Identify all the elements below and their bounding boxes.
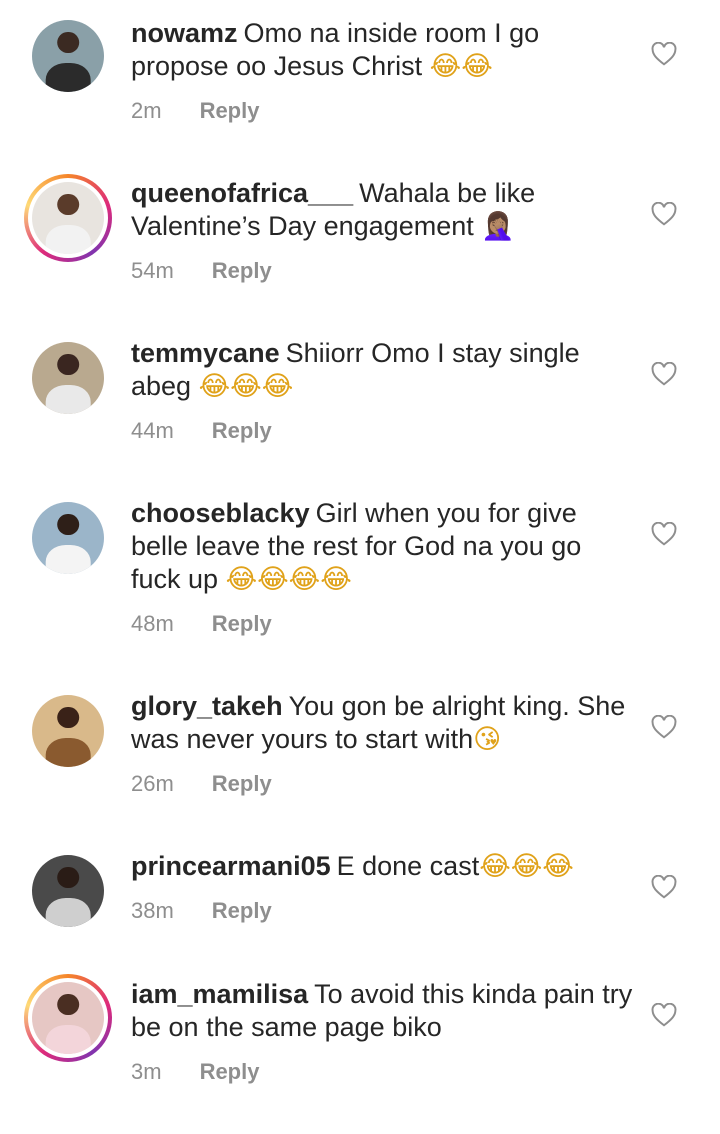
like-heart-icon[interactable] bbox=[651, 875, 677, 899]
comment-text-block: temmycane Shiiorr Omo I stay single abeg … bbox=[131, 337, 636, 403]
avatar-image bbox=[32, 855, 104, 927]
like-heart-icon[interactable] bbox=[651, 715, 677, 739]
avatar[interactable] bbox=[32, 695, 104, 767]
like-heart-icon[interactable] bbox=[651, 522, 677, 546]
comment-meta: 44m Reply bbox=[131, 418, 272, 444]
reply-button[interactable]: Reply bbox=[212, 771, 272, 797]
comment-timestamp: 44m bbox=[131, 418, 174, 443]
like-heart-icon[interactable] bbox=[651, 362, 677, 386]
reply-button[interactable]: Reply bbox=[212, 898, 272, 924]
comment-timestamp: 38m bbox=[131, 898, 174, 923]
comment-timestamp: 48m bbox=[131, 611, 174, 636]
avatar[interactable] bbox=[32, 20, 104, 92]
comment-body: E done cast bbox=[336, 851, 480, 881]
comment-username[interactable]: nowamz bbox=[131, 18, 238, 48]
like-heart-icon[interactable] bbox=[651, 1003, 677, 1027]
comment-username[interactable]: queenofafrica___ bbox=[131, 178, 353, 208]
comment-text-block: princearmani05 E done cast😂😂😂 bbox=[131, 850, 636, 883]
comment-text-block: iam_mamilisa To avoid this kinda pain try… bbox=[131, 978, 636, 1044]
comment-emoji: 🤦🏽‍♀️ bbox=[481, 211, 515, 242]
reply-button[interactable]: Reply bbox=[212, 258, 272, 284]
comment-meta: 26m Reply bbox=[131, 771, 272, 797]
comment-meta: 3m Reply bbox=[131, 1059, 259, 1085]
comment-text-block: nowamz Omo na inside room I go propose oo… bbox=[131, 17, 636, 83]
comment-emoji: 😂😂😂 bbox=[479, 851, 574, 882]
comment-meta: 48m Reply bbox=[131, 611, 272, 637]
comment-emoji: 😘 bbox=[473, 724, 502, 755]
avatar-story-ring[interactable] bbox=[24, 174, 112, 262]
avatar-image bbox=[32, 182, 104, 254]
like-heart-icon[interactable] bbox=[651, 42, 677, 66]
reply-button[interactable]: Reply bbox=[212, 611, 272, 637]
comment-username[interactable]: temmycane bbox=[131, 338, 280, 368]
comment-meta: 54m Reply bbox=[131, 258, 272, 284]
comment-emoji: 😂😂😂😂 bbox=[225, 564, 352, 595]
comment-timestamp: 26m bbox=[131, 771, 174, 796]
avatar[interactable] bbox=[32, 342, 104, 414]
comment-timestamp: 54m bbox=[131, 258, 174, 283]
reply-button[interactable]: Reply bbox=[200, 98, 260, 124]
avatar-image bbox=[32, 342, 104, 414]
comment-timestamp: 3m bbox=[131, 1059, 162, 1084]
comment-text-block: chooseblacky Girl when you for give belle… bbox=[131, 497, 636, 596]
comment-emoji: 😂😂 bbox=[429, 51, 493, 82]
comment-meta: 2m Reply bbox=[131, 98, 259, 124]
comment-username[interactable]: glory_takeh bbox=[131, 691, 283, 721]
like-heart-icon[interactable] bbox=[651, 202, 677, 226]
comment-username[interactable]: iam_mamilisa bbox=[131, 979, 308, 1009]
reply-button[interactable]: Reply bbox=[200, 1059, 260, 1085]
avatar-story-ring[interactable] bbox=[24, 974, 112, 1062]
comment-text-block: glory_takeh You gon be alright king. She … bbox=[131, 690, 636, 756]
comment-meta: 38m Reply bbox=[131, 898, 272, 924]
reply-button[interactable]: Reply bbox=[212, 418, 272, 444]
avatar-image bbox=[32, 982, 104, 1054]
avatar-image bbox=[32, 20, 104, 92]
comment-timestamp: 2m bbox=[131, 98, 162, 123]
avatar-image bbox=[32, 502, 104, 574]
comment-username[interactable]: chooseblacky bbox=[131, 498, 310, 528]
avatar-image bbox=[32, 695, 104, 767]
comment-emoji: 😂😂😂 bbox=[198, 371, 294, 402]
avatar[interactable] bbox=[32, 855, 104, 927]
comment-username[interactable]: princearmani05 bbox=[131, 851, 331, 881]
avatar[interactable] bbox=[32, 502, 104, 574]
comment-text-block: queenofafrica___ Wahala be like Valentine… bbox=[131, 177, 636, 243]
